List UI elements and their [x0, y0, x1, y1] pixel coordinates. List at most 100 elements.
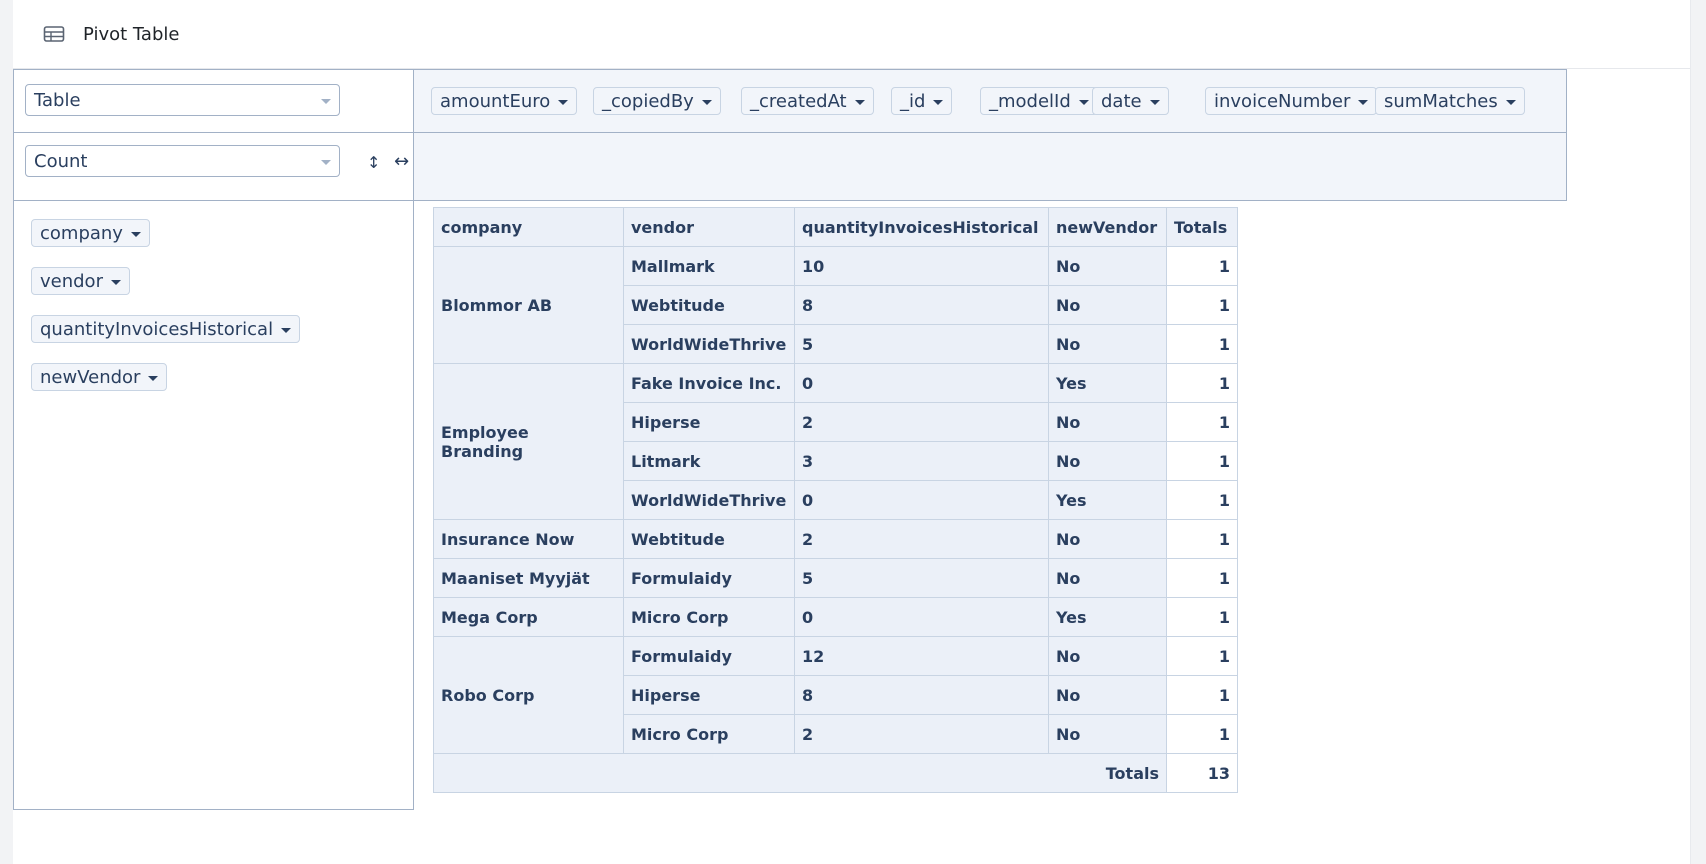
attribute-label: quantityInvoicesHistorical — [40, 318, 274, 340]
attribute-pill[interactable]: _modelId — [980, 87, 1098, 115]
row-label-new-vendor: No — [1048, 714, 1167, 754]
row-label-company: Blommor AB — [433, 246, 624, 364]
attribute-pill[interactable]: date — [1092, 87, 1169, 115]
pivot-table-wrapper: company vendor quantityInvoicesHistorical n… — [433, 207, 1238, 793]
attribute-pill[interactable]: vendor — [31, 267, 130, 295]
row-label-company: Insurance Now — [433, 519, 624, 559]
row-label-new-vendor: Yes — [1048, 480, 1167, 520]
attribute-pill[interactable]: _createdAt — [741, 87, 874, 115]
dropdown-triangle-icon[interactable] — [1358, 99, 1369, 105]
row-total-value: 1 — [1166, 636, 1238, 676]
attribute-pill[interactable]: newVendor — [31, 363, 168, 391]
attribute-pill[interactable]: _id — [891, 87, 953, 115]
row-label-vendor: Formulaidy — [623, 558, 795, 598]
row-label-new-vendor: No — [1048, 636, 1167, 676]
table-row: Robo Corp Formulaidy 12 No 1 — [433, 636, 1238, 754]
row-label-quantity: 8 — [794, 285, 1049, 325]
row-label-vendor: Litmark — [623, 441, 795, 481]
dropdown-triangle-icon[interactable] — [701, 99, 712, 105]
dropdown-triangle-icon[interactable] — [281, 327, 292, 333]
row-label-new-vendor: No — [1048, 675, 1167, 715]
table-row: Blommor AB Mallmark 10 No 1 — [433, 246, 1238, 364]
table-row: Employee Branding Fake Invoice Inc. 0 Yes 1 — [433, 363, 1238, 520]
row-label-company: Employee Branding — [433, 363, 624, 520]
row-label-quantity: 2 — [794, 402, 1049, 442]
row-label-new-vendor: No — [1048, 285, 1167, 325]
row-total-value: 1 — [1166, 402, 1238, 442]
dropdown-triangle-icon[interactable] — [558, 99, 569, 105]
renderer-select[interactable]: Table — [25, 84, 340, 116]
column-attributes-area[interactable] — [413, 133, 1567, 201]
row-label-new-vendor: Yes — [1048, 597, 1167, 637]
aggregator-select[interactable]: Count — [25, 145, 340, 177]
row-total-value: 1 — [1166, 441, 1238, 481]
attribute-pill[interactable]: quantityInvoicesHistorical — [31, 315, 301, 343]
pivot-table: company vendor quantityInvoicesHistorical n… — [433, 207, 1238, 793]
unused-attributes-area[interactable]: amountEuro _copiedBy _createdAt _id _modelId… — [413, 69, 1567, 133]
attribute-pill[interactable]: _copiedBy — [593, 87, 721, 115]
row-label-quantity: 3 — [794, 441, 1049, 481]
attribute-label: newVendor — [40, 366, 141, 388]
column-header: company — [433, 207, 624, 247]
row-label-vendor: Hiperse — [623, 675, 795, 715]
dropdown-triangle-icon[interactable] — [148, 375, 159, 381]
dropdown-triangle-icon[interactable] — [1149, 99, 1160, 105]
row-label-new-vendor: No — [1048, 246, 1167, 286]
row-label-new-vendor: Yes — [1048, 363, 1167, 403]
row-total-value: 1 — [1166, 675, 1238, 715]
row-label-quantity: 0 — [794, 597, 1049, 637]
row-label-vendor: Mallmark — [623, 246, 795, 286]
column-header: vendor — [623, 207, 795, 247]
attribute-label: company — [40, 222, 123, 244]
dropdown-triangle-icon[interactable] — [110, 279, 121, 285]
dropdown-triangle-icon[interactable] — [854, 99, 865, 105]
row-attributes-area[interactable]: company vendor quantityInvoicesHistorical n… — [13, 201, 414, 810]
dropdown-triangle-icon[interactable] — [130, 231, 141, 237]
card-header: Pivot Table — [13, 0, 1690, 69]
table-row: Maaniset Myyjät Formulaidy 5 No 1 — [433, 558, 1238, 598]
row-label-vendor: Webtitude — [623, 285, 795, 325]
grand-total-value: 13 — [1166, 753, 1238, 793]
row-total-value: 1 — [1166, 597, 1238, 637]
row-label-new-vendor: No — [1048, 519, 1167, 559]
attribute-label: _id — [900, 90, 926, 112]
row-total-value: 1 — [1166, 714, 1238, 754]
row-label-vendor: Micro Corp — [623, 714, 795, 754]
totals-label: Totals — [433, 753, 1167, 793]
row-total-value: 1 — [1166, 558, 1238, 598]
row-label-new-vendor: No — [1048, 558, 1167, 598]
dropdown-triangle-icon[interactable] — [933, 99, 944, 105]
column-header: Totals — [1166, 207, 1238, 247]
aggregator-select-value: Count — [34, 150, 88, 172]
dropdown-triangle-icon[interactable] — [1078, 99, 1089, 105]
attribute-label: _createdAt — [750, 90, 847, 112]
row-label-new-vendor: No — [1048, 324, 1167, 364]
column-header: quantityInvoicesHistorical — [794, 207, 1049, 247]
row-total-value: 1 — [1166, 285, 1238, 325]
attribute-pill[interactable]: invoiceNumber — [1205, 87, 1378, 115]
row-label-company: Maaniset Myyjät — [433, 558, 624, 598]
row-total-value: 1 — [1166, 246, 1238, 286]
table-row: Mega Corp Micro Corp 0 Yes 1 — [433, 597, 1238, 637]
row-label-quantity: 8 — [794, 675, 1049, 715]
attribute-label: _copiedBy — [602, 90, 694, 112]
pivot-card: Pivot Table company vendor quantityInvoice… — [13, 0, 1691, 864]
row-label-vendor: Micro Corp — [623, 597, 795, 637]
col-sort-icon[interactable]: ↔ — [394, 151, 409, 172]
table-icon — [43, 23, 65, 45]
row-sort-icon[interactable]: ↕ — [367, 153, 380, 172]
attribute-pill[interactable]: amountEuro — [431, 87, 578, 115]
row-label-vendor: Fake Invoice Inc. — [623, 363, 795, 403]
row-label-vendor: Formulaidy — [623, 636, 795, 676]
row-label-vendor: WorldWideThrive — [623, 324, 795, 364]
row-label-company: Robo Corp — [433, 636, 624, 754]
table-row: Insurance Now Webtitude 2 No 1 — [433, 519, 1238, 559]
chevron-down-icon — [321, 160, 331, 165]
attribute-pill[interactable]: company — [31, 219, 150, 247]
row-total-value: 1 — [1166, 363, 1238, 403]
attribute-pill[interactable]: sumMatches — [1375, 87, 1525, 115]
renderer-select-value: Table — [34, 89, 81, 111]
chevron-down-icon — [321, 99, 331, 104]
row-total-value: 1 — [1166, 519, 1238, 559]
dropdown-triangle-icon[interactable] — [1505, 99, 1516, 105]
